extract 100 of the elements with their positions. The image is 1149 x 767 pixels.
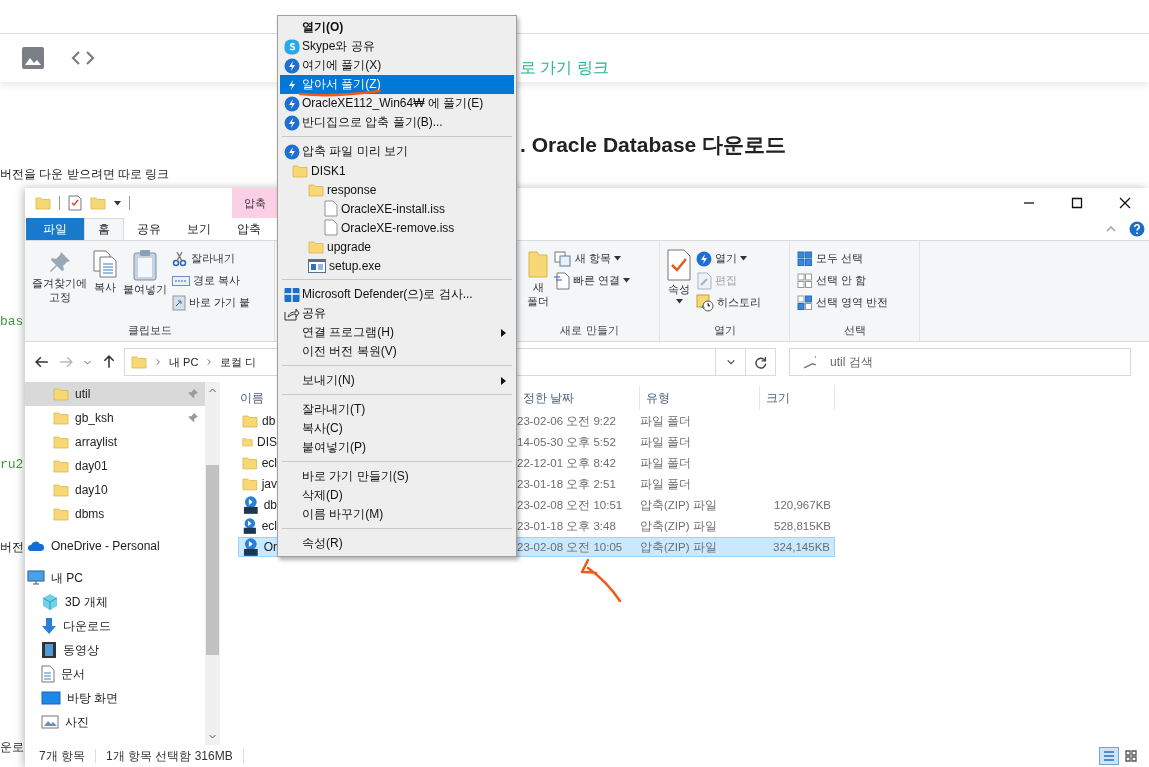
menu-item[interactable]: OracleXE112_Win64₩ 에 풀기(E)	[280, 94, 514, 113]
ribbon-button[interactable]: 붙여넣기	[122, 245, 168, 321]
menu-item[interactable]: 압축 파일 미리 보기	[280, 142, 514, 161]
nav-item[interactable]: 3D 개체	[25, 590, 205, 614]
file-name-cell[interactable]: Or	[238, 537, 277, 557]
ribbon-button[interactable]: 열기	[695, 249, 762, 268]
back-button[interactable]	[33, 355, 51, 369]
checklist-icon	[68, 195, 82, 211]
menu-item[interactable]: 바로 가기 만들기(S)	[280, 467, 514, 486]
menu-item[interactable]: 이름 바꾸기(M)	[280, 505, 514, 524]
scrollbar[interactable]	[205, 382, 220, 745]
ribbon-button[interactable]: 선택 영역 반전	[796, 293, 890, 312]
details-view-button[interactable]	[1099, 747, 1119, 765]
ribbon-button[interactable]: 즐겨찾기에 고정	[31, 245, 88, 321]
menu-item[interactable]: 반디집으로 압축 풀기(B)...	[280, 113, 514, 132]
folder-icon	[308, 238, 324, 255]
ribbon-button[interactable]: 히스토리	[695, 293, 762, 312]
image-icon[interactable]	[22, 47, 44, 69]
ribbon-button[interactable]: 경로 복사	[171, 271, 252, 290]
ribbon-button[interactable]: 복사	[91, 245, 119, 321]
nav-item[interactable]: day10	[25, 478, 205, 502]
select-grid-icon	[797, 272, 813, 289]
archive-entry[interactable]: setup.exe	[329, 258, 382, 273]
chevron-down-icon	[725, 357, 736, 367]
caret-icon	[114, 200, 121, 206]
menu-item[interactable]: Skype와 공유	[280, 37, 514, 56]
archive-entry[interactable]: OracleXE-install.iss	[341, 201, 446, 216]
nav-item[interactable]: dbms	[25, 502, 205, 526]
nav-item[interactable]: 내 PC	[25, 566, 205, 590]
folder-icon	[527, 249, 549, 279]
search-field[interactable]: util 검색	[789, 348, 1131, 376]
menu-item[interactable]: 알아서 풀기(Z)	[280, 75, 514, 94]
ribbon-tab[interactable]: 파일	[26, 218, 84, 240]
ribbon-button[interactable]: 바로 가기 붙	[171, 293, 252, 312]
folder-icon	[292, 162, 308, 179]
breadcrumb[interactable]: 로컬 디	[220, 354, 257, 370]
file-name-cell[interactable]: db	[238, 495, 277, 515]
file-name-cell[interactable]: ecl	[238, 453, 277, 473]
ribbon-button[interactable]: 새 폴더	[526, 245, 550, 321]
menu-item[interactable]: 열기(O)	[280, 18, 514, 37]
ribbon-button[interactable]: 잘라내기	[171, 249, 252, 268]
archive-entry[interactable]: response	[327, 182, 377, 197]
clipboard-icon	[132, 249, 158, 281]
date-cell-text: 14-05-30 오후 5:52	[517, 434, 617, 450]
nav-item[interactable]: arraylist	[25, 430, 205, 454]
menu-item[interactable]: Microsoft Defender(으)로 검사...	[280, 285, 514, 304]
archive-entry[interactable]: OracleXE-remove.iss	[341, 220, 455, 235]
menu-item[interactable]: 보내기(N)	[280, 371, 514, 390]
scroll-up-icon	[208, 386, 217, 395]
menu-item[interactable]: 연결 프로그램(H)	[280, 323, 514, 342]
menu-item[interactable]: 여기에 풀기(X)	[280, 56, 514, 75]
menu-item[interactable]: 공유	[280, 304, 514, 323]
forward-button[interactable]	[57, 355, 75, 369]
nav-item[interactable]: 바탕 화면	[25, 686, 205, 710]
menu-item[interactable]: 이전 버전 복원(V)	[280, 342, 514, 361]
archive-entry[interactable]: DISK1	[311, 163, 346, 178]
close-icon	[1119, 197, 1131, 209]
file-name-cell[interactable]: db	[238, 411, 277, 431]
menu-item[interactable]: 속성(R)	[280, 534, 514, 553]
lightning-icon	[284, 57, 300, 74]
ribbon-button[interactable]: 선택 안 함	[796, 271, 890, 290]
menu-item[interactable]: 삭제(D)	[280, 486, 514, 505]
nav-item[interactable]: OneDrive - Personal	[25, 534, 205, 558]
skype-icon	[284, 38, 300, 55]
nav-item[interactable]: 동영상	[25, 638, 205, 662]
file-name-cell[interactable]: ecl	[238, 516, 277, 536]
file-name-cell[interactable]: DIS	[238, 432, 277, 452]
path-icon	[172, 274, 190, 287]
column-header[interactable]: 이름	[238, 386, 277, 410]
refresh-icon	[754, 355, 767, 369]
ribbon-button[interactable]: 모두 선택	[796, 249, 890, 268]
ribbon-tab[interactable]: 홈	[84, 218, 124, 240]
scissors-icon	[172, 250, 188, 267]
edit-icon	[696, 271, 712, 290]
ribbon-tab[interactable]: 압축	[224, 218, 274, 240]
nav-item[interactable]: util	[25, 382, 205, 406]
nav-item[interactable]: 문서	[25, 662, 205, 686]
menu-item[interactable]: 잘라내기(T)	[280, 400, 514, 419]
ribbon-button[interactable]: 속성	[666, 245, 692, 321]
code-icon[interactable]	[70, 49, 96, 67]
archive-entry[interactable]: upgrade	[327, 239, 372, 254]
menu-item[interactable]: 복사(C)	[280, 419, 514, 438]
scroll-thumb[interactable]	[206, 465, 219, 655]
column-header[interactable]: 크기	[760, 386, 835, 410]
ribbon-tab[interactable]: 공유	[124, 218, 174, 240]
zip-icon	[242, 496, 260, 514]
nav-item[interactable]: day01	[25, 454, 205, 478]
lightning-icon	[284, 95, 300, 112]
maximize-icon	[1071, 197, 1083, 209]
menu-item[interactable]: 붙여넣기(P)	[280, 438, 514, 457]
column-header[interactable]: 유형	[640, 386, 760, 410]
breadcrumb[interactable]: 내 PC	[169, 354, 199, 370]
nav-item[interactable]: gb_ksh	[25, 406, 205, 430]
ribbon-button[interactable]: 새 항목	[553, 249, 632, 268]
nav-item[interactable]: 사진	[25, 710, 205, 734]
nav-item[interactable]: 다운로드	[25, 614, 205, 638]
scroll-down-icon	[208, 732, 217, 741]
ribbon-tab[interactable]: 보기	[174, 218, 224, 240]
file-name-cell[interactable]: jav	[238, 474, 277, 494]
ribbon-button[interactable]: 빠른 연결	[553, 271, 632, 290]
